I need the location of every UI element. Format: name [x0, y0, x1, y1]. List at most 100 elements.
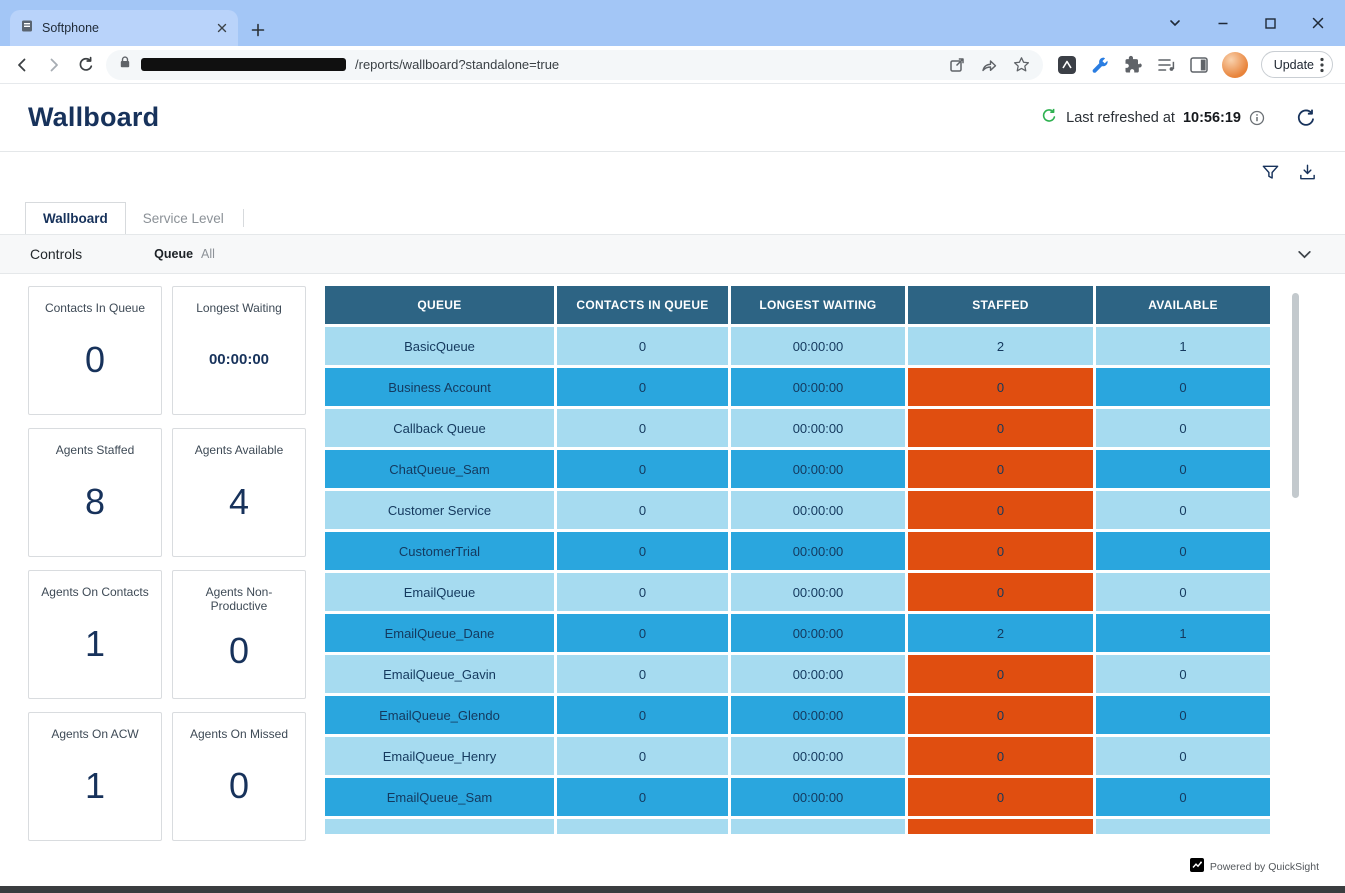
queue-name-cell[interactable]: EmailQueue_Dane [325, 614, 554, 652]
longest-waiting-cell[interactable]: 00:00:00 [731, 573, 905, 611]
available-cell[interactable]: 0 [1096, 737, 1270, 775]
available-cell[interactable]: 0 [1096, 655, 1270, 693]
staffed-cell[interactable]: 0 [908, 368, 1093, 406]
longest-waiting-cell[interactable]: 00:00:00 [731, 532, 905, 570]
table-scrollbar[interactable] [1292, 293, 1299, 833]
staffed-cell[interactable]: 2 [908, 614, 1093, 652]
staffed-cell[interactable]: 2 [908, 327, 1093, 365]
side-panel-icon[interactable] [1189, 55, 1209, 75]
staffed-cell[interactable]: 0 [908, 573, 1093, 611]
staffed-cell[interactable]: 0 [908, 737, 1093, 775]
longest-waiting-cell[interactable]: 00:00:00 [731, 327, 905, 365]
queue-name-cell[interactable]: CustomerTrial [325, 532, 554, 570]
staffed-cell[interactable]: 0 [908, 491, 1093, 529]
staffed-cell[interactable]: 0 [908, 696, 1093, 734]
available-cell[interactable]: 0 [1096, 778, 1270, 816]
queue-name-cell[interactable]: EmailQueue_Sam [325, 778, 554, 816]
longest-waiting-cell[interactable]: 00:00:00 [731, 737, 905, 775]
staffed-cell[interactable]: 0 [908, 450, 1093, 488]
contacts-in-queue-cell[interactable]: 0 [557, 532, 728, 570]
contacts-in-queue-cell[interactable]: 0 [557, 614, 728, 652]
kpi-card[interactable]: Contacts In Queue 0 [28, 286, 162, 415]
contacts-in-queue-cell[interactable]: 0 [557, 573, 728, 611]
contacts-in-queue-cell[interactable]: 0 [557, 450, 728, 488]
forward-icon[interactable] [44, 55, 64, 75]
kpi-card[interactable]: Agents Staffed 8 [28, 428, 162, 557]
queue-filter-value[interactable]: All [201, 247, 215, 261]
queue-name-cell[interactable]: BasicQueue [325, 327, 554, 365]
available-cell[interactable]: 1 [1096, 614, 1270, 652]
contacts-in-queue-cell[interactable]: 0 [557, 327, 728, 365]
kpi-card[interactable]: Agents On Contacts 1 [28, 570, 162, 699]
queue-name-cell[interactable]: EmailQueue [325, 573, 554, 611]
reload-icon[interactable] [76, 55, 96, 75]
available-cell[interactable]: 0 [1096, 368, 1270, 406]
queue-name-cell[interactable] [325, 819, 554, 834]
queue-name-cell[interactable]: Customer Service [325, 491, 554, 529]
contacts-in-queue-cell[interactable]: 0 [557, 491, 728, 529]
table-header-4[interactable]: AVAILABLE [1096, 286, 1270, 324]
queue-name-cell[interactable]: EmailQueue_Glendo [325, 696, 554, 734]
staffed-cell[interactable]: 0 [908, 532, 1093, 570]
available-cell[interactable]: 1 [1096, 327, 1270, 365]
refresh-dashboard-icon[interactable] [1295, 107, 1317, 129]
kpi-card[interactable]: Agents On ACW 1 [28, 712, 162, 841]
minimize-button[interactable] [1216, 16, 1230, 30]
extensions-puzzle-icon[interactable] [1123, 55, 1143, 75]
table-header-1[interactable]: CONTACTS IN QUEUE [557, 286, 728, 324]
available-cell[interactable]: 0 [1096, 532, 1270, 570]
lock-icon[interactable] [118, 55, 132, 74]
filter-funnel-icon[interactable] [1261, 163, 1280, 182]
back-icon[interactable] [12, 55, 32, 75]
sheet-tab-wallboard[interactable]: Wallboard [25, 202, 126, 234]
longest-waiting-cell[interactable]: 00:00:00 [731, 778, 905, 816]
kpi-card[interactable]: Agents Non-Productive 0 [172, 570, 306, 699]
staffed-cell[interactable]: 0 [908, 409, 1093, 447]
contacts-in-queue-cell[interactable]: 0 [557, 409, 728, 447]
available-cell[interactable]: 0 [1096, 573, 1270, 611]
staffed-cell[interactable]: 0 [908, 778, 1093, 816]
longest-waiting-cell[interactable]: 00:00:00 [731, 368, 905, 406]
queue-name-cell[interactable]: EmailQueue_Gavin [325, 655, 554, 693]
contacts-in-queue-cell[interactable]: 0 [557, 778, 728, 816]
queue-name-cell[interactable]: Business Account [325, 368, 554, 406]
bookmark-star-icon[interactable] [1012, 55, 1031, 74]
table-header-3[interactable]: STAFFED [908, 286, 1093, 324]
queue-name-cell[interactable]: EmailQueue_Henry [325, 737, 554, 775]
contacts-in-queue-cell[interactable]: 0 [557, 655, 728, 693]
longest-waiting-cell[interactable]: 00:00:00 [731, 819, 905, 834]
powered-by-quicksight[interactable]: Powered by QuickSight [1210, 861, 1319, 873]
staffed-cell[interactable]: 0 [908, 655, 1093, 693]
info-icon[interactable] [1249, 110, 1265, 126]
longest-waiting-cell[interactable]: 00:00:00 [731, 614, 905, 652]
contacts-in-queue-cell[interactable]: 0 [557, 819, 728, 834]
table-scrollbar-thumb[interactable] [1292, 293, 1299, 498]
contacts-in-queue-cell[interactable]: 0 [557, 737, 728, 775]
sheet-tab-service-level[interactable]: Service Level [126, 202, 241, 234]
kpi-card[interactable]: Longest Waiting 00:00:00 [172, 286, 306, 415]
open-in-new-icon[interactable] [948, 56, 966, 74]
staffed-cell[interactable]: 0 [908, 819, 1093, 834]
longest-waiting-cell[interactable]: 00:00:00 [731, 409, 905, 447]
contacts-in-queue-cell[interactable]: 0 [557, 696, 728, 734]
tab-search-chevron-icon[interactable] [1168, 16, 1182, 30]
maximize-button[interactable] [1264, 17, 1277, 30]
extension-dark-icon[interactable] [1057, 55, 1077, 75]
browser-menu-update-button[interactable]: Update [1261, 51, 1333, 78]
new-tab-button[interactable] [250, 22, 266, 38]
longest-waiting-cell[interactable]: 00:00:00 [731, 491, 905, 529]
kpi-card[interactable]: Agents Available 4 [172, 428, 306, 557]
export-download-icon[interactable] [1298, 163, 1317, 182]
table-header-0[interactable]: QUEUE [325, 286, 554, 324]
longest-waiting-cell[interactable]: 00:00:00 [731, 696, 905, 734]
profile-avatar[interactable] [1222, 52, 1248, 78]
controls-collapse-chevron-icon[interactable] [1296, 246, 1313, 263]
available-cell[interactable]: 0 [1096, 696, 1270, 734]
longest-waiting-cell[interactable]: 00:00:00 [731, 450, 905, 488]
reading-list-icon[interactable] [1156, 55, 1176, 75]
tab-close-icon[interactable] [216, 22, 228, 34]
browser-tab[interactable]: Softphone [10, 10, 238, 46]
queue-name-cell[interactable]: ChatQueue_Sam [325, 450, 554, 488]
queue-name-cell[interactable]: Callback Queue [325, 409, 554, 447]
available-cell[interactable]: 0 [1096, 409, 1270, 447]
